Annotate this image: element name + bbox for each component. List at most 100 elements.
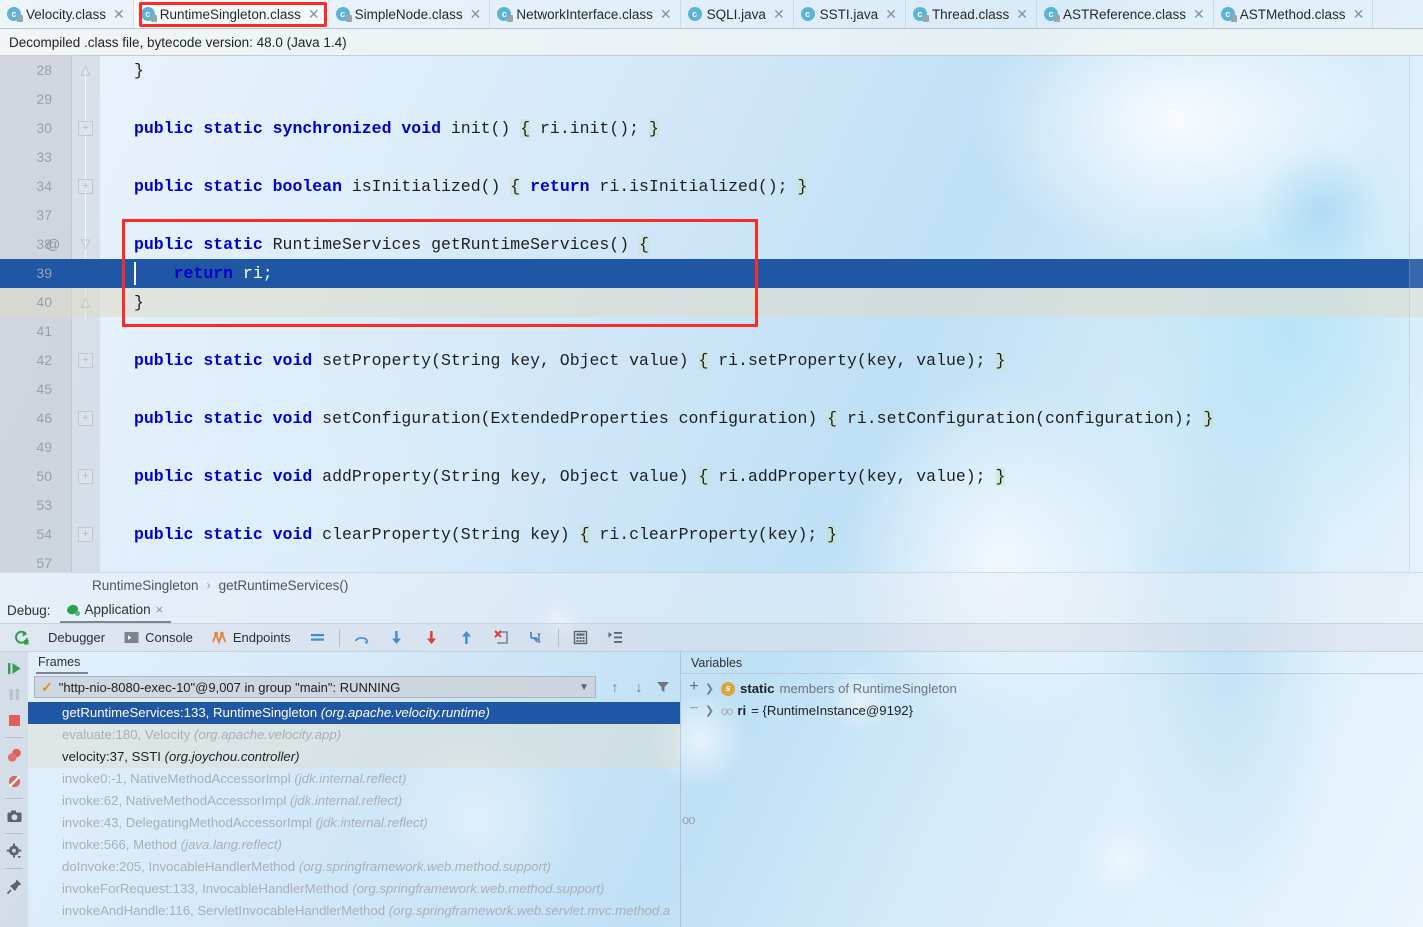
stack-frame-row[interactable]: invokeForRequest:133, InvocableHandlerMe… (28, 878, 680, 900)
java-class-icon: c (1043, 7, 1060, 22)
run-to-cursor-icon[interactable] (519, 624, 554, 651)
variables-tab-label[interactable]: Variables (689, 656, 750, 673)
stack-frame-row[interactable]: invoke0:-1, NativeMethodAccessorImpl (jd… (28, 768, 680, 790)
close-icon[interactable]: ✕ (1191, 7, 1205, 21)
frame-method: getRuntimeServices:133, RuntimeSingleton (62, 705, 318, 720)
thread-selector-value: "http-nio-8080-exec-10"@9,007 in group "… (58, 679, 401, 695)
close-icon[interactable]: ✕ (1351, 7, 1365, 21)
editor-tab-thread[interactable]: c Thread.class ✕ (906, 0, 1037, 28)
remove-watch-icon[interactable]: − (685, 700, 703, 718)
stack-frame-row[interactable]: invokeAndHandle:116, ServletInvocableHan… (28, 900, 680, 922)
close-icon[interactable]: ✕ (306, 7, 320, 21)
close-icon[interactable]: ✕ (111, 7, 125, 21)
editor-scrollbar[interactable] (1409, 56, 1423, 572)
editor-tab-simplenode[interactable]: c SimpleNode.class ✕ (329, 0, 491, 28)
chevron-right-icon: › (206, 578, 211, 592)
java-file-icon: c (687, 7, 702, 21)
run-configuration-tab[interactable]: Application × (59, 597, 172, 623)
step-over-icon[interactable] (344, 624, 379, 651)
pin-tab-icon[interactable] (1, 874, 27, 898)
resume-glyph (7, 662, 20, 674)
filter-icon[interactable] (652, 676, 674, 698)
tab-console[interactable]: Console (114, 624, 202, 651)
rerun-icon[interactable] (4, 624, 39, 651)
frame-method: invokeAndHandle:116, ServletInvocableHan… (62, 903, 386, 918)
stack-frame-row[interactable]: invoke:566, Method (java.lang.reflect) (28, 834, 680, 856)
frame-package: (org.springframework.web.servlet.mvc.met… (388, 903, 671, 918)
editor-tab-label: ASTReference.class (1062, 6, 1187, 22)
editor-tab-ssti[interactable]: c SSTI.java ✕ (794, 0, 906, 28)
endpoints-icon (211, 631, 227, 645)
tab-debugger[interactable]: Debugger (39, 624, 114, 651)
close-icon[interactable]: ✕ (883, 7, 897, 21)
close-icon[interactable]: × (156, 602, 164, 617)
filter-glyph (657, 682, 669, 692)
code-line-38: public static RuntimeServices getRuntime… (134, 235, 649, 254)
close-icon[interactable]: ✕ (771, 7, 785, 21)
java-class-icon: c (335, 7, 352, 22)
stack-frame-row[interactable]: evaluate:180, Velocity (org.apache.veloc… (28, 724, 680, 746)
add-watch-icon[interactable]: + (685, 678, 703, 696)
tab-endpoints[interactable]: Endpoints (202, 624, 300, 651)
force-step-into-icon[interactable] (414, 624, 449, 651)
stack-frame-row[interactable]: velocity:37, SSTI (org.joychou.controlle… (28, 746, 680, 768)
step-out-icon[interactable] (449, 624, 484, 651)
tab-debugger-label: Debugger (48, 630, 106, 645)
pause-program-icon[interactable] (1, 682, 27, 706)
editor-tab-networkinterface[interactable]: c NetworkInterface.class ✕ (490, 0, 681, 28)
run-configuration-label: Application (84, 601, 151, 617)
frame-package: (org.joychou.controller) (164, 749, 300, 764)
layout-settings-icon[interactable] (300, 624, 335, 651)
editor-tab-label: Velocity.class (26, 6, 107, 22)
show-execution-point-icon[interactable] (598, 624, 633, 651)
code-line-34: public static boolean isInitialized() { … (134, 177, 808, 196)
screenshot-icon[interactable] (1, 804, 27, 828)
mute-breakpoints-icon[interactable] (1, 769, 27, 793)
editor-tab-velocity[interactable]: c Velocity.class ✕ (0, 0, 134, 28)
close-icon[interactable]: ✕ (1014, 7, 1028, 21)
settings-icon[interactable] (1, 839, 27, 863)
stack-frame-row[interactable]: invoke:43, DelegatingMethodAccessorImpl … (28, 812, 680, 834)
stop-icon[interactable] (1, 708, 27, 732)
stack-frame-row[interactable]: getRuntimeServices:133, RuntimeSingleton… (28, 702, 680, 724)
variable-name: static (740, 681, 775, 696)
editor-tab-sqli[interactable]: c SQLI.java ✕ (681, 0, 794, 28)
sort-ascending-icon[interactable]: ↑ (604, 676, 626, 698)
editor-tab-label: NetworkInterface.class (516, 6, 653, 22)
stack-frame-row[interactable]: invoke:62, NativeMethodAccessorImpl (jdk… (28, 790, 680, 812)
code-editor[interactable]: return ri; 28 29 30 33 34 37 38 39 40 41… (0, 56, 1423, 572)
java-file-icon: c (800, 7, 815, 21)
breadcrumb-method[interactable]: getRuntimeServices() (219, 578, 349, 593)
editor-tab-runtimesingleton[interactable]: c RuntimeSingleton.class ✕ (133, 0, 329, 28)
layout-settings-glyph (310, 634, 324, 641)
chevron-right-icon[interactable]: ❯ (703, 678, 716, 700)
editor-tab-astreference[interactable]: c ASTReference.class ✕ (1037, 0, 1214, 28)
java-class-icon: c (1220, 7, 1237, 22)
editor-tab-astmethod[interactable]: c ASTMethod.class ✕ (1214, 0, 1374, 28)
view-breakpoints-icon[interactable] (1, 743, 27, 767)
debug-side-rail (0, 652, 28, 927)
editor-tab-label: SimpleNode.class (354, 6, 463, 22)
thread-selector[interactable]: ✓ "http-nio-8080-exec-10"@9,007 in group… (34, 676, 596, 698)
evaluate-expression-icon[interactable] (563, 624, 598, 651)
close-icon[interactable]: ✕ (468, 7, 482, 21)
frames-tab-label[interactable]: Frames (36, 655, 89, 674)
breadcrumb-class[interactable]: RuntimeSingleton (92, 578, 199, 593)
variable-row-ri[interactable]: ❯ oo ri = {RuntimeInstance@9192} (703, 700, 1423, 722)
code-line-40: } (134, 293, 144, 312)
stack-frame-row[interactable]: doInvoke:205, InvocableHandlerMethod (or… (28, 856, 680, 878)
chevron-right-icon[interactable]: ❯ (703, 700, 716, 722)
variable-row-static[interactable]: ❯ s static members of RuntimeSingleton (703, 678, 1423, 700)
gear-glyph (6, 843, 21, 858)
resume-program-icon[interactable] (1, 656, 27, 680)
drop-frame-icon[interactable] (484, 624, 519, 651)
pause-glyph (9, 688, 19, 700)
code-line-28: } (134, 61, 144, 80)
variable-value: members of RuntimeSingleton (779, 681, 957, 696)
sort-descending-icon[interactable]: ↓ (628, 676, 650, 698)
close-icon[interactable]: ✕ (658, 7, 672, 21)
frames-tab-row: Frames (28, 652, 680, 674)
tab-endpoints-label: Endpoints (232, 630, 291, 645)
step-into-icon[interactable] (379, 624, 414, 651)
call-stack-list[interactable]: getRuntimeServices:133, RuntimeSingleton… (28, 702, 680, 927)
